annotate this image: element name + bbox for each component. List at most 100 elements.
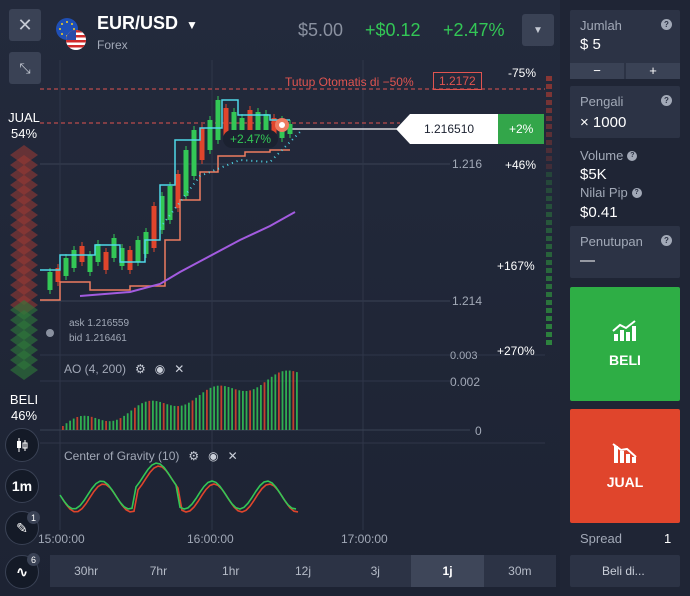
help-icon[interactable]: ? xyxy=(661,235,672,246)
price-candle xyxy=(127,250,133,270)
buy-button[interactable]: BELI xyxy=(570,287,680,401)
ao-histogram-bar xyxy=(191,400,194,430)
gear-icon[interactable]: ⚙ xyxy=(135,362,146,376)
autoclose-price[interactable]: 1.2172 xyxy=(433,72,482,90)
timeframe-7hr[interactable]: 7hr xyxy=(122,555,194,587)
ao-histogram-bar xyxy=(119,418,122,430)
chart-area[interactable]: ✕ ⤡ EUR/USD ▼ Forex $5.00 +$0.12 +2.47% … xyxy=(0,0,560,596)
percent-scale-tick xyxy=(546,180,552,185)
ao-histogram-bar xyxy=(148,400,151,430)
asset-selector[interactable]: EUR/USD ▼ xyxy=(97,13,198,34)
sell-button-label: JUAL xyxy=(606,474,644,490)
ao-histogram-bar xyxy=(130,410,133,430)
close-icon[interactable]: ✕ xyxy=(9,9,41,41)
collapse-icon[interactable]: ⤡ xyxy=(9,52,41,84)
pencil-icon: ✎ xyxy=(16,519,28,536)
close-icon[interactable]: ✕ xyxy=(174,362,184,376)
amount-input[interactable]: $ 5 xyxy=(580,36,601,53)
bid-price: bid 1.216461 xyxy=(69,333,127,344)
timeframe-1hr[interactable]: 1hr xyxy=(195,555,267,587)
eye-icon[interactable]: ◉ xyxy=(155,362,165,376)
help-icon[interactable]: ? xyxy=(631,187,642,198)
pip-label: Nilai Pip ? xyxy=(580,185,642,200)
profit-percent: +2.47% xyxy=(443,20,505,40)
ao-histogram-bar xyxy=(69,420,71,430)
ao-histogram-bar xyxy=(242,390,244,430)
profit-amount: +$0.12 xyxy=(365,20,421,40)
ao-histogram-bar xyxy=(256,387,259,430)
autoclose-label: Tutup Otomatis di −50% xyxy=(285,75,414,89)
timeframe-button[interactable]: 1m xyxy=(5,469,39,503)
ao-histogram-bar xyxy=(98,419,100,430)
trade-entry-marker-center xyxy=(279,122,285,128)
percent-scale-tick xyxy=(546,332,552,337)
close-box[interactable]: Penutupan ? — xyxy=(570,226,680,278)
indicator-wave-icon: ∿ xyxy=(15,564,29,581)
help-icon[interactable]: ? xyxy=(627,150,638,161)
ao-histogram-bar xyxy=(260,384,262,430)
help-icon[interactable]: ? xyxy=(661,19,672,30)
candle-type-button[interactable] xyxy=(5,428,39,462)
ao-histogram-bar xyxy=(76,416,79,430)
help-icon[interactable]: ? xyxy=(661,95,672,106)
cog-main-line xyxy=(59,462,297,510)
ao-histogram-bar xyxy=(155,401,158,430)
buy-button-label: BELI xyxy=(609,352,641,368)
multiplier-label: Pengali xyxy=(580,94,624,109)
ao-histogram-bar xyxy=(288,370,291,430)
price-candle xyxy=(63,258,69,276)
trade-panel: Jumlah ? $ 5 − + Pengali ? × 1000 Volume… xyxy=(560,0,690,596)
ao-histogram-bar xyxy=(90,416,93,430)
ao-histogram-bar xyxy=(278,372,280,430)
ao-histogram-bar xyxy=(80,416,82,430)
ask-bid-marker xyxy=(46,329,54,337)
ao-histogram-bar xyxy=(83,415,86,430)
multiplier-value[interactable]: × 1000 xyxy=(580,114,626,131)
ao-tick-2: 0.002 xyxy=(450,375,481,389)
current-pct: +2% xyxy=(509,122,534,136)
multiplier-box[interactable]: Pengali ? × 1000 xyxy=(570,86,680,138)
percent-scale-tick xyxy=(546,204,552,209)
amount-minus-button[interactable]: − xyxy=(570,63,624,79)
timeframe-1j[interactable]: 1j xyxy=(411,555,484,587)
timeframe-12j[interactable]: 12j xyxy=(267,555,339,587)
timeframe-3j[interactable]: 3j xyxy=(339,555,411,587)
close-value[interactable]: — xyxy=(580,252,595,269)
percent-scale-tick xyxy=(546,196,552,201)
chevron-down-icon[interactable]: ▼ xyxy=(522,14,554,46)
sell-button[interactable]: JUAL xyxy=(570,409,680,523)
ao-histogram-bar xyxy=(234,389,237,430)
ao-tick-1: 0.003 xyxy=(450,350,478,362)
indicators-count: 6 xyxy=(27,553,40,566)
ao-histogram-bar xyxy=(166,404,169,430)
percent-scale-tick xyxy=(546,236,552,241)
draw-tool-count: 1 xyxy=(27,511,40,524)
timeframe-30hr[interactable]: 30hr xyxy=(50,555,122,587)
ao-histogram-bar xyxy=(216,385,219,430)
asset-name[interactable]: EUR/USD xyxy=(97,13,178,33)
amount-box[interactable]: Jumlah ? $ 5 − + xyxy=(570,10,680,79)
ao-histogram-bar xyxy=(227,387,230,430)
percent-scale-tick xyxy=(546,124,552,129)
buy-at-button[interactable]: Beli di... xyxy=(570,555,680,587)
ao-histogram-bar xyxy=(141,403,143,430)
ao-histogram-bar xyxy=(159,401,161,430)
percent-scale-tick xyxy=(546,156,552,161)
cog-indicator-header: Center of Gravity (10) ⚙ ◉ ✕ xyxy=(64,449,238,463)
percent-scale-tick xyxy=(546,252,552,257)
ao-histogram-bar xyxy=(144,401,147,430)
gear-icon[interactable]: ⚙ xyxy=(188,449,199,463)
eye-icon[interactable]: ◉ xyxy=(208,449,218,463)
percent-scale-tick xyxy=(546,92,552,97)
caret-down-icon[interactable]: ▼ xyxy=(186,18,198,32)
ao-histogram-bar xyxy=(123,415,125,430)
close-icon[interactable]: ✕ xyxy=(228,449,238,463)
ao-tick-3: 0 xyxy=(475,424,482,438)
percent-scale-tick xyxy=(546,324,552,329)
timeframe-30m[interactable]: 30m xyxy=(484,555,556,587)
chart-up-icon xyxy=(612,320,636,341)
percent-scale-tick xyxy=(546,116,552,121)
buy-at-label: Beli di... xyxy=(602,564,645,578)
amount-plus-button[interactable]: + xyxy=(626,63,680,79)
ao-histogram-bar xyxy=(252,389,255,430)
